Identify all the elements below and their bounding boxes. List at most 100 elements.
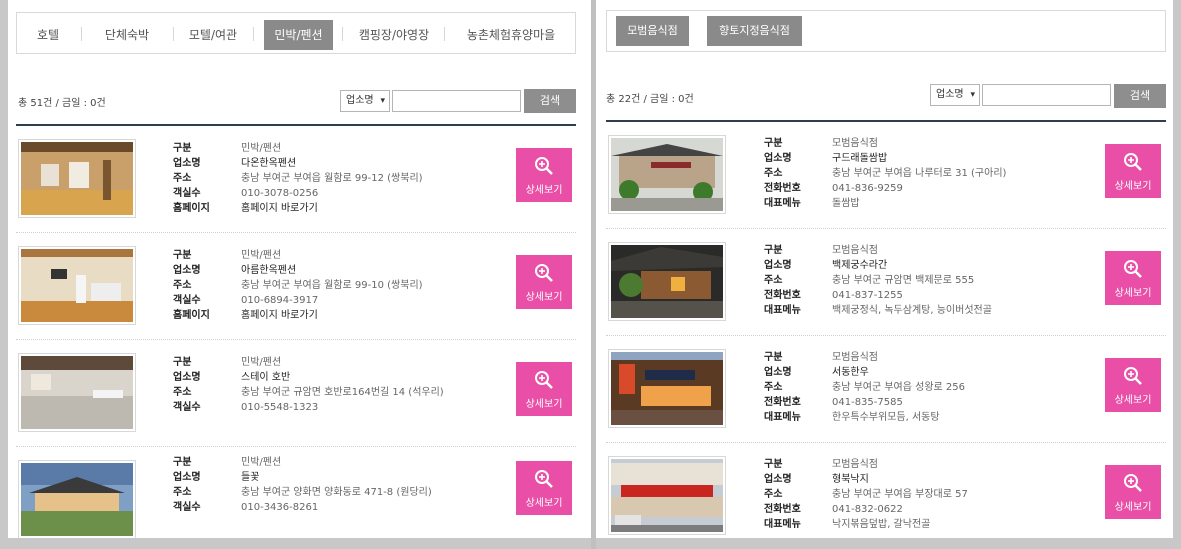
business-name: 서동한우: [832, 367, 869, 378]
search-type-select[interactable]: 업소명 ▾: [930, 84, 980, 106]
detail-button-label: 상세보기: [1114, 288, 1152, 299]
tab-separator: [342, 27, 343, 41]
tab-group-lodging[interactable]: 단체숙박: [91, 20, 163, 50]
label-name: 업소명: [764, 153, 792, 164]
detail-button-label: 상세보기: [525, 292, 563, 303]
lodging-photo[interactable]: [18, 353, 136, 432]
label-name: 업소명: [764, 260, 792, 271]
search-type-value: 업소명: [936, 89, 964, 100]
label-menu: 대표메뉴: [764, 519, 801, 530]
detail-button-label: 상세보기: [525, 185, 563, 196]
business-name: 백제궁수라간: [832, 260, 888, 271]
detail-button[interactable]: 상세보기: [516, 362, 572, 416]
tab-motel[interactable]: 모텔/여관: [181, 20, 245, 50]
label-phone: 전화번호: [764, 183, 801, 194]
detail-button[interactable]: 상세보기: [516, 255, 572, 309]
address-value: 충남 부여군 양화면 양화동로 471-8 (원당리): [241, 487, 432, 498]
search-type-value: 업소명: [346, 95, 374, 106]
category-value: 민박/펜션: [241, 250, 282, 261]
rooms-value: 010-6894-3917: [241, 295, 319, 306]
detail-button[interactable]: 상세보기: [1105, 358, 1161, 412]
tab-hotel[interactable]: 호텔: [25, 20, 71, 50]
menu-value: 한우특수부위모듬, 서동탕: [832, 412, 940, 423]
homepage-link[interactable]: 홈페이지 바로가기: [241, 308, 318, 323]
search-button[interactable]: 검색: [524, 89, 576, 113]
magnifier-plus-icon: [1124, 367, 1142, 385]
business-name: 들꽃: [241, 472, 260, 483]
label-phone: 전화번호: [764, 397, 801, 408]
tab-separator: [173, 27, 174, 41]
phone-value: 041-837-1255: [832, 290, 903, 301]
menu-value: 낙지볶음덮밥, 갈낙전골: [832, 519, 931, 530]
restaurant-photo[interactable]: [608, 135, 726, 214]
category-value: 모범음식점: [832, 138, 878, 149]
search-button[interactable]: 검색: [1114, 84, 1166, 108]
result-count: 총 22건 / 금일 : 0건: [606, 94, 694, 105]
tab-separator: [444, 27, 445, 41]
detail-button[interactable]: 상세보기: [1105, 465, 1161, 519]
list-item: 구분 민박/펜션 업소명 스테이 호반 주소 충남 부여군 규암면 호반로164번길 …: [16, 340, 576, 447]
list-item: 구분 모범음식점 업소명 형북낙지 주소 충남 부여군 부여읍 부장대로 57 전화번…: [606, 443, 1166, 538]
magnifier-plus-icon: [1124, 153, 1142, 171]
label-address: 주소: [173, 173, 192, 184]
label-address: 주소: [173, 487, 192, 498]
tab-model-restaurant[interactable]: 모범음식점: [616, 16, 689, 46]
lodging-tabs: 호텔 단체숙박 모텔/여관 민박/펜션 캠핑장/야영장 농촌체험휴양마을: [16, 12, 576, 54]
label-address: 주소: [764, 168, 783, 179]
list-item: 구분 민박/펜션 업소명 아름한옥펜션 주소 충남 부여군 부여읍 월함로 99-10…: [16, 233, 576, 340]
label-category: 구분: [764, 138, 783, 149]
detail-button[interactable]: 상세보기: [1105, 144, 1161, 198]
category-value: 모범음식점: [832, 352, 878, 363]
list-item: 구분 모범음식점 업소명 구드래돌쌈밥 주소 충남 부여군 부여읍 나루터로 31 (…: [606, 122, 1166, 229]
label-name: 업소명: [764, 367, 792, 378]
category-value: 민박/펜션: [241, 457, 282, 468]
address-value: 충남 부여군 규암면 백제문로 555: [832, 275, 975, 286]
label-category: 구분: [173, 250, 192, 261]
magnifier-plus-icon: [535, 470, 553, 488]
address-value: 충남 부여군 규암면 호반로164번길 14 (석우리): [241, 387, 444, 398]
tab-camping[interactable]: 캠핑장/야영장: [352, 20, 436, 50]
lodging-photo[interactable]: [18, 139, 136, 218]
chevron-down-icon: ▾: [970, 90, 975, 100]
restaurant-photo[interactable]: [608, 456, 726, 535]
search-type-select[interactable]: 업소명 ▾: [340, 90, 390, 112]
restaurant-photo[interactable]: [608, 242, 726, 321]
magnifier-plus-icon: [535, 371, 553, 389]
rooms-value: 010-5548-1323: [241, 402, 319, 413]
detail-button-label: 상세보기: [1114, 395, 1152, 406]
restaurant-photo[interactable]: [608, 349, 726, 428]
search-input[interactable]: [392, 90, 521, 112]
list-item: 구분 민박/펜션 업소명 다온한옥펜션 주소 충남 부여군 부여읍 월함로 99-12…: [16, 126, 576, 233]
detail-button[interactable]: 상세보기: [1105, 251, 1161, 305]
tab-pension[interactable]: 민박/펜션: [264, 20, 333, 50]
lodging-photo[interactable]: [18, 246, 136, 325]
business-name: 형북낙지: [832, 474, 869, 485]
restaurant-panel: 모범음식점 향토지정음식점 총 22건 / 금일 : 0건 업소명 ▾ 검색 구분…: [596, 0, 1173, 538]
lodging-panel: 호텔 단체숙박 모텔/여관 민박/펜션 캠핑장/야영장 농촌체험휴양마을 총 5…: [8, 0, 591, 538]
restaurant-tabs: 모범음식점 향토지정음식점: [606, 10, 1166, 52]
detail-button[interactable]: 상세보기: [516, 461, 572, 515]
detail-button-label: 상세보기: [525, 399, 563, 410]
homepage-link[interactable]: 홈페이지 바로가기: [241, 201, 318, 216]
label-address: 주소: [764, 489, 783, 500]
list-item: 구분 모범음식점 업소명 백제궁수라간 주소 충남 부여군 규암면 백제문로 555 …: [606, 229, 1166, 336]
category-value: 민박/펜션: [241, 143, 282, 154]
address-value: 충남 부여군 부여읍 성왕로 256: [832, 382, 966, 393]
tab-rural-village[interactable]: 농촌체험휴양마을: [454, 20, 568, 50]
label-menu: 대표메뉴: [764, 198, 801, 209]
tab-local-restaurant[interactable]: 향토지정음식점: [707, 16, 802, 46]
label-name: 업소명: [764, 474, 792, 485]
address-value: 충남 부여군 부여읍 월함로 99-10 (쌍북리): [241, 280, 423, 291]
label-category: 구분: [173, 143, 192, 154]
label-phone: 전화번호: [764, 290, 801, 301]
label-category: 구분: [764, 459, 783, 470]
label-name: 업소명: [173, 472, 201, 483]
label-menu: 대표메뉴: [764, 412, 801, 423]
label-name: 업소명: [173, 158, 201, 169]
list-item: 구분 민박/펜션 업소명 들꽃 주소 충남 부여군 양화면 양화동로 471-8 (원…: [16, 447, 576, 538]
magnifier-plus-icon: [535, 157, 553, 175]
detail-button[interactable]: 상세보기: [516, 148, 572, 202]
lodging-photo[interactable]: [18, 460, 136, 538]
search-input[interactable]: [982, 84, 1111, 106]
business-name: 다온한옥펜션: [241, 158, 297, 169]
